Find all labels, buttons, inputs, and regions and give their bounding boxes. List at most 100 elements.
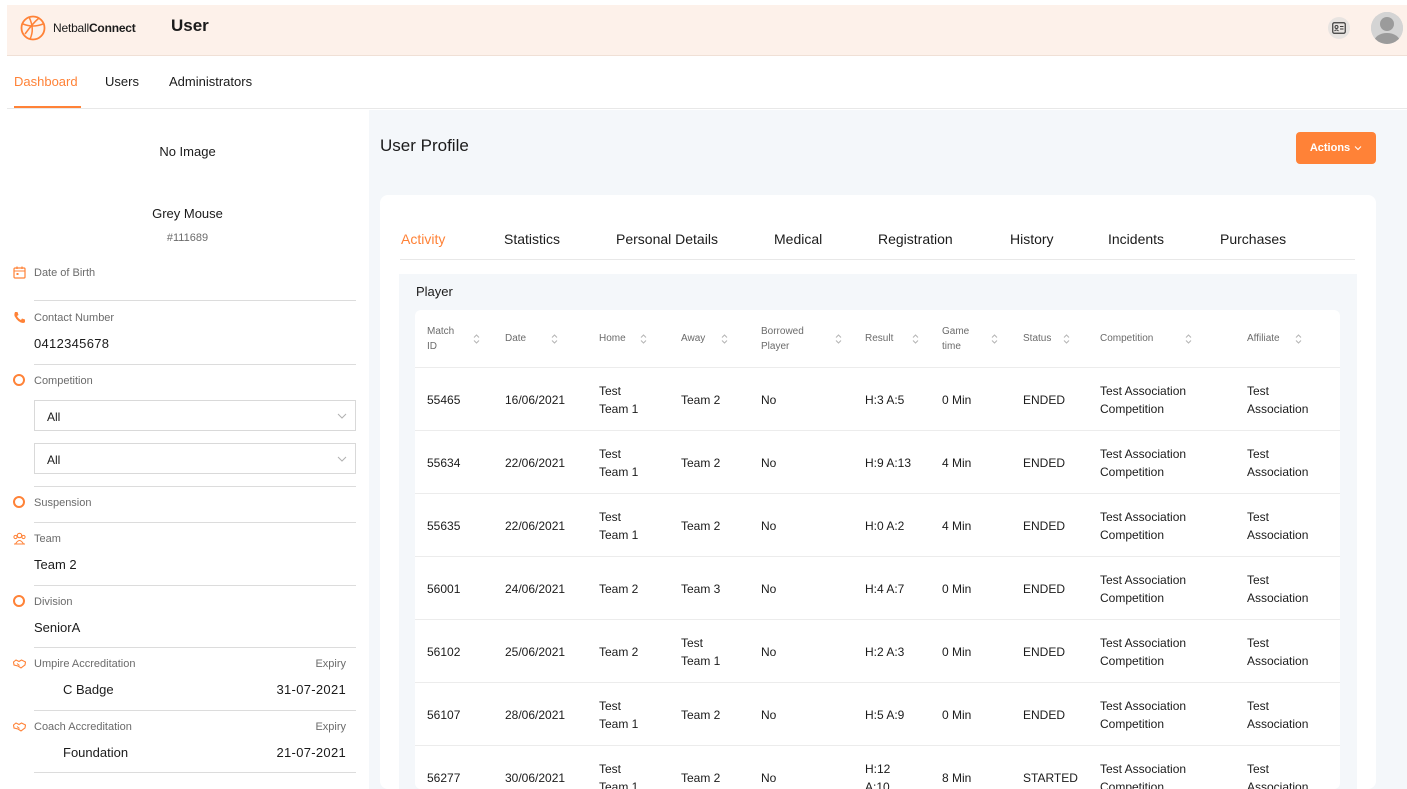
cell-line: ENDED: [1023, 644, 1066, 659]
cell-match-id: 56107: [427, 683, 460, 746]
sort-icon[interactable]: [1185, 333, 1192, 345]
column-header-line-1: Match: [427, 325, 455, 337]
cell-match-id: 55634: [427, 431, 460, 494]
cell-game-time: 8 Min: [942, 746, 971, 789]
column-header-label: Home: [599, 331, 626, 346]
nav-administrators[interactable]: Administrators: [169, 74, 252, 89]
cell-away: Team 2: [681, 683, 720, 746]
table-row[interactable]: 55634 22/06/2021 Test Team 1 Team 2 No H:9 A:1…: [415, 430, 1340, 493]
cell-away: Team 2: [681, 494, 720, 557]
cell-competition: Test Association Competition: [1100, 368, 1186, 431]
netball-logo-icon[interactable]: [20, 15, 46, 41]
cell-text: 24/06/2021: [505, 580, 565, 598]
sort-icon[interactable]: [912, 333, 919, 345]
column-header-label: Status: [1023, 331, 1051, 346]
cell-affiliate: Test Association: [1247, 494, 1308, 557]
sort-icon[interactable]: [551, 333, 558, 345]
tab-personal-details[interactable]: Personal Details: [616, 231, 718, 247]
competition-select-1[interactable]: All: [34, 400, 356, 431]
cell-date: 25/06/2021: [505, 620, 565, 683]
column-header-competition[interactable]: Competition: [1100, 310, 1153, 367]
cell-line: 0 Min: [942, 707, 972, 722]
nav-users[interactable]: Users: [105, 74, 139, 89]
tab-history[interactable]: History: [1010, 231, 1054, 247]
cell-line: Team 2: [681, 518, 721, 533]
phone-icon: [13, 311, 26, 324]
sort-icon[interactable]: [1295, 333, 1302, 345]
column-header-borrowed[interactable]: Borrowed Player: [761, 310, 804, 367]
cell-line: Team 1: [599, 527, 639, 542]
column-header-game-time[interactable]: Game time: [942, 310, 969, 367]
table-row[interactable]: 56001 24/06/2021 Team 2 Team 3 No H:4 A:7 0 Mi…: [415, 556, 1340, 619]
cell-line: Competition: [1100, 653, 1165, 668]
user-avatar-icon[interactable]: [1371, 12, 1403, 44]
competition-select-2[interactable]: All: [34, 443, 356, 474]
sort-icon[interactable]: [721, 333, 728, 345]
cell-line: 24/06/2021: [505, 581, 566, 596]
table-row[interactable]: 56102 25/06/2021 Team 2 Test Team 1 No H:2 A:3…: [415, 619, 1340, 682]
umpire-accreditation-value: C Badge: [63, 682, 114, 697]
cell-status: ENDED: [1023, 494, 1065, 557]
sort-icon[interactable]: [640, 333, 647, 345]
tab-activity[interactable]: Activity: [401, 231, 445, 247]
table-row[interactable]: 55465 16/06/2021 Test Team 1 Team 2 No H:3 A:5…: [415, 367, 1340, 430]
cell-home: Team 2: [599, 620, 638, 683]
coach-expiry-label: Expiry: [315, 721, 346, 733]
brand-name[interactable]: NetballConnect: [53, 21, 136, 35]
tab-purchases[interactable]: Purchases: [1220, 231, 1286, 247]
column-header-line-1: Status: [1023, 333, 1052, 344]
activity-table: Match ID Date Home Away Borrowed Player Result G…: [415, 310, 1340, 789]
cell-line: Test Association: [1100, 698, 1187, 713]
sort-icon[interactable]: [473, 333, 480, 345]
tab-medical[interactable]: Medical: [774, 231, 822, 247]
cell-text: No: [761, 706, 776, 724]
cell-text: Team 2: [681, 706, 720, 724]
competition-select-2-value: All: [47, 453, 61, 467]
cell-text: 8 Min: [942, 769, 971, 787]
cell-line: Association: [1247, 464, 1309, 479]
nav-dashboard[interactable]: Dashboard: [14, 74, 78, 89]
column-header-home[interactable]: Home: [599, 310, 626, 367]
column-header-away[interactable]: Away: [681, 310, 705, 367]
table-row[interactable]: 56107 28/06/2021 Test Team 1 Team 2 No H:5 A:9…: [415, 682, 1340, 745]
division-value: SeniorA: [34, 620, 81, 635]
cell-line: ENDED: [1023, 518, 1066, 533]
column-header-status[interactable]: Status: [1023, 310, 1051, 367]
column-header-label: Result: [865, 331, 893, 346]
cell-line: 56277: [427, 770, 461, 785]
sort-icon[interactable]: [991, 333, 998, 345]
cell-away: Test Team 1: [681, 620, 720, 683]
cell-line: H:9 A:13: [865, 455, 912, 470]
cell-line: Test Association: [1100, 635, 1187, 650]
nav-active-indicator: [14, 106, 81, 108]
cell-date: 22/06/2021: [505, 494, 565, 557]
column-header-affiliate[interactable]: Affiliate: [1247, 310, 1280, 367]
cell-line: ENDED: [1023, 581, 1066, 596]
tab-statistics[interactable]: Statistics: [504, 231, 560, 247]
brand-suffix: Connect: [88, 21, 136, 35]
column-header-result[interactable]: Result: [865, 310, 893, 367]
sort-icon[interactable]: [835, 333, 842, 345]
actions-button-label: Actions: [1309, 142, 1351, 154]
tab-incidents[interactable]: Incidents: [1108, 231, 1164, 247]
table-row[interactable]: 56277 30/06/2021 Test Team 1 Team 2 No H:12 A:1…: [415, 745, 1340, 789]
competition-label-text: Competition: [34, 375, 93, 387]
cell-line: 55635: [427, 518, 461, 533]
cell-game-time: 4 Min: [942, 494, 971, 557]
column-header-match-id[interactable]: Match ID: [427, 310, 454, 367]
tab-registration[interactable]: Registration: [878, 231, 953, 247]
cell-result: H:3 A:5: [865, 368, 904, 431]
sort-icon[interactable]: [1063, 333, 1070, 345]
cell-text: Team 3: [681, 580, 720, 598]
cell-text: Test Association: [1247, 508, 1308, 544]
table-row[interactable]: 55635 22/06/2021 Test Team 1 Team 2 No H:0 A:2…: [415, 493, 1340, 556]
cell-text: Test Team 1: [599, 697, 638, 733]
cell-line: Association: [1247, 527, 1309, 542]
cell-line: Team 2: [681, 392, 721, 407]
umpire-accreditation-label: Umpire Accreditation: [12, 658, 136, 670]
id-card-icon[interactable]: [1328, 17, 1350, 39]
suspension-label: Suspension: [13, 496, 92, 509]
cell-line: Test: [599, 446, 622, 461]
actions-button[interactable]: Actions: [1296, 132, 1376, 164]
column-header-date[interactable]: Date: [505, 310, 526, 367]
